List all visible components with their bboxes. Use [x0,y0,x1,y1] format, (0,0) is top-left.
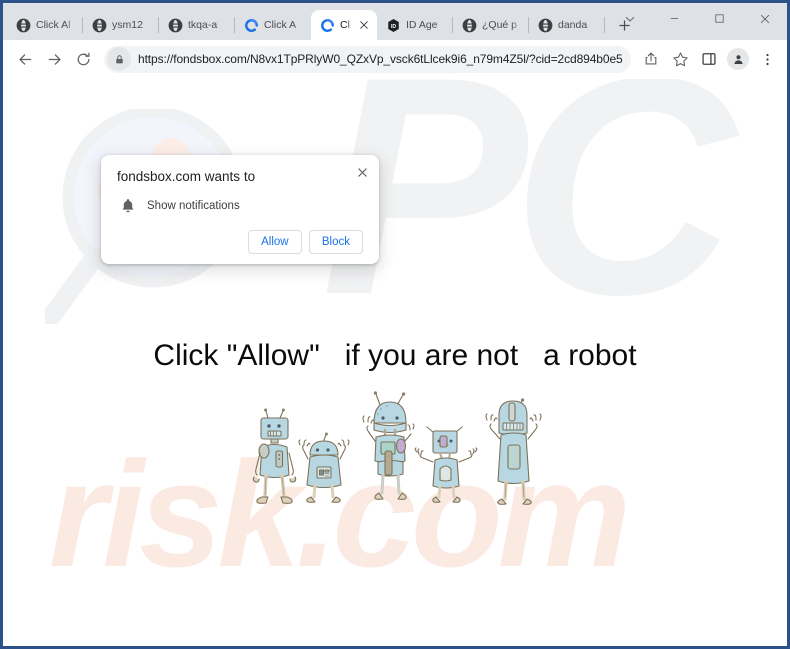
tab-label: ¿Qué p [482,19,518,31]
permission-dialog-actions: Allow Block [117,230,363,254]
close-window-button[interactable] [742,3,787,34]
address-bar-url: https://fondsbox.com/N8vx1TpPRlyW0_QZxVp… [138,52,623,66]
permission-request-label: Show notifications [147,200,240,212]
browser-toolbar: https://fondsbox.com/N8vx1TpPRlyW0_QZxVp… [3,40,787,79]
browser-tab-4[interactable]: Click A [235,10,311,40]
browser-window: Click Al ysm12 tkqa-a Click A Cl ID ID A… [0,0,790,649]
maximize-button[interactable] [697,3,742,34]
tab-separator [604,17,605,33]
window-controls [607,3,787,34]
browser-tab-active[interactable]: Cli [311,10,377,40]
globe-icon [92,18,107,32]
tab-close-icon[interactable] [356,18,371,33]
address-bar[interactable]: https://fondsbox.com/N8vx1TpPRlyW0_QZxVp… [104,45,631,73]
tab-label: Cli [340,19,351,31]
globe-icon [538,18,553,32]
share-icon[interactable] [637,45,665,73]
allow-button[interactable]: Allow [247,230,302,254]
svg-text:ID: ID [391,23,396,29]
tab-search-chevron-icon[interactable] [607,3,652,34]
tab-label: danda [558,19,588,31]
browser-tab-1[interactable]: Click Al [7,10,83,40]
loading-spinner-icon [321,18,334,32]
profile-avatar-icon[interactable] [727,48,749,70]
tab-label: Click Al [36,19,71,31]
loading-spinner-icon [245,18,258,32]
permission-dialog-title: fondsbox.com wants to [117,169,256,184]
watermark-pc: PC [321,79,736,359]
five-cartoon-robots-icon [252,391,542,505]
tab-label: Click A [264,19,297,31]
forward-arrow-icon[interactable] [40,45,68,73]
back-arrow-icon[interactable] [11,45,39,73]
page-viewport: PC risk.com Click "Allow" if you are not… [3,79,787,646]
side-panel-icon[interactable] [695,45,723,73]
tab-label: ID Age [406,19,438,31]
browser-tab-3[interactable]: tkqa-a [159,10,235,40]
notification-permission-dialog: fondsbox.com wants to Show notifications… [101,155,379,264]
minimize-button[interactable] [652,3,697,34]
browser-tab-6[interactable]: ID ID Age [377,10,453,40]
three-dot-menu-icon[interactable] [753,45,781,73]
browser-tab-7[interactable]: ¿Qué p [453,10,529,40]
bell-icon [122,199,134,213]
robot-illustration [3,389,787,519]
tab-strip: Click Al ysm12 tkqa-a Click A Cl ID ID A… [3,3,787,40]
block-button[interactable]: Block [308,230,363,254]
star-icon[interactable] [666,45,694,73]
globe-icon [168,18,183,32]
page-headline: Click "Allow" if you are not a robot [153,339,637,372]
close-icon[interactable] [353,163,371,181]
reload-icon[interactable] [69,45,97,73]
lock-icon[interactable] [107,47,131,71]
browser-tab-2[interactable]: ysm12 [83,10,159,40]
tab-label: ysm12 [112,19,143,31]
globe-icon [462,18,477,32]
browser-tab-8[interactable]: danda [529,10,605,40]
id-badge-icon: ID [388,18,399,32]
globe-icon [16,18,31,32]
permission-request-row: Show notifications [117,198,363,214]
tab-label: tkqa-a [188,19,218,31]
